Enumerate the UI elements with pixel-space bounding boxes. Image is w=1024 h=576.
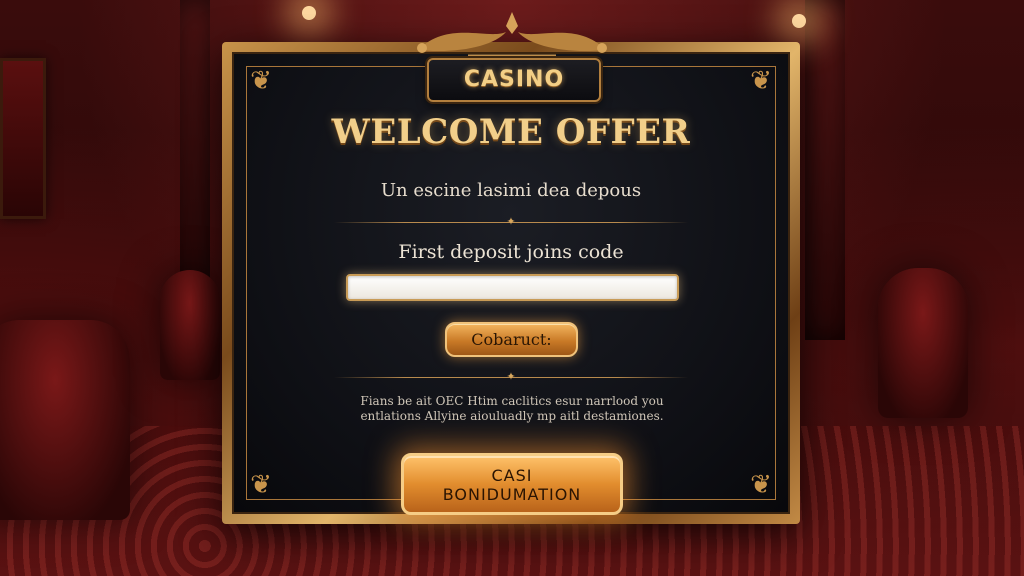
- brand-plaque: CASINO: [427, 58, 601, 102]
- filigree-crest-icon: [398, 10, 626, 60]
- terms-line: Fians be ait OEC Htim caclitics esur nar…: [360, 394, 664, 408]
- ceiling-light-right: [792, 14, 806, 28]
- ceiling-light-left: [302, 6, 316, 20]
- divider-bottom: ✦: [334, 370, 688, 383]
- background-chair-mid-left: [160, 270, 220, 380]
- offer-subtitle: Un escine lasimi dea depous: [380, 180, 642, 201]
- claim-bonus-button[interactable]: CASI BONIDUMATION: [401, 453, 623, 515]
- claim-bonus-label-line1: CASI: [491, 466, 533, 485]
- ornament-icon: ❦: [750, 470, 772, 500]
- claim-bonus-label-line2: BONIDUMATION: [442, 485, 582, 504]
- deposit-code-input[interactable]: [346, 274, 679, 301]
- background-painting: [0, 58, 46, 219]
- diamond-ornament-icon: ✦: [506, 370, 516, 383]
- background-chair-right: [878, 268, 968, 418]
- background-wall-panel-left: [180, 0, 210, 300]
- offer-title: WELCOME OFFER: [331, 112, 691, 152]
- background-wall-panel-right: [805, 0, 845, 340]
- terms-text: Fians be ait OEC Htim caclitics esur nar…: [300, 394, 724, 424]
- ornament-icon: ❦: [250, 66, 272, 96]
- casino-scene: ❦ ❦ ❦ ❦ CASINO WELCOME OFFER Un escine l…: [0, 0, 1024, 576]
- diamond-ornament-icon: ✦: [506, 215, 516, 228]
- brand-title: CASINO: [463, 67, 565, 92]
- ornament-icon: ❦: [250, 470, 272, 500]
- ornament-icon: ❦: [750, 66, 772, 96]
- contact-button[interactable]: Cobaruct:: [445, 322, 578, 357]
- divider-top: ✦: [334, 215, 688, 228]
- terms-line: entlations Allyine aiouluadly mp aitl de…: [360, 409, 664, 423]
- background-chair-left: [0, 320, 130, 520]
- code-label: First deposit joins code: [398, 241, 624, 263]
